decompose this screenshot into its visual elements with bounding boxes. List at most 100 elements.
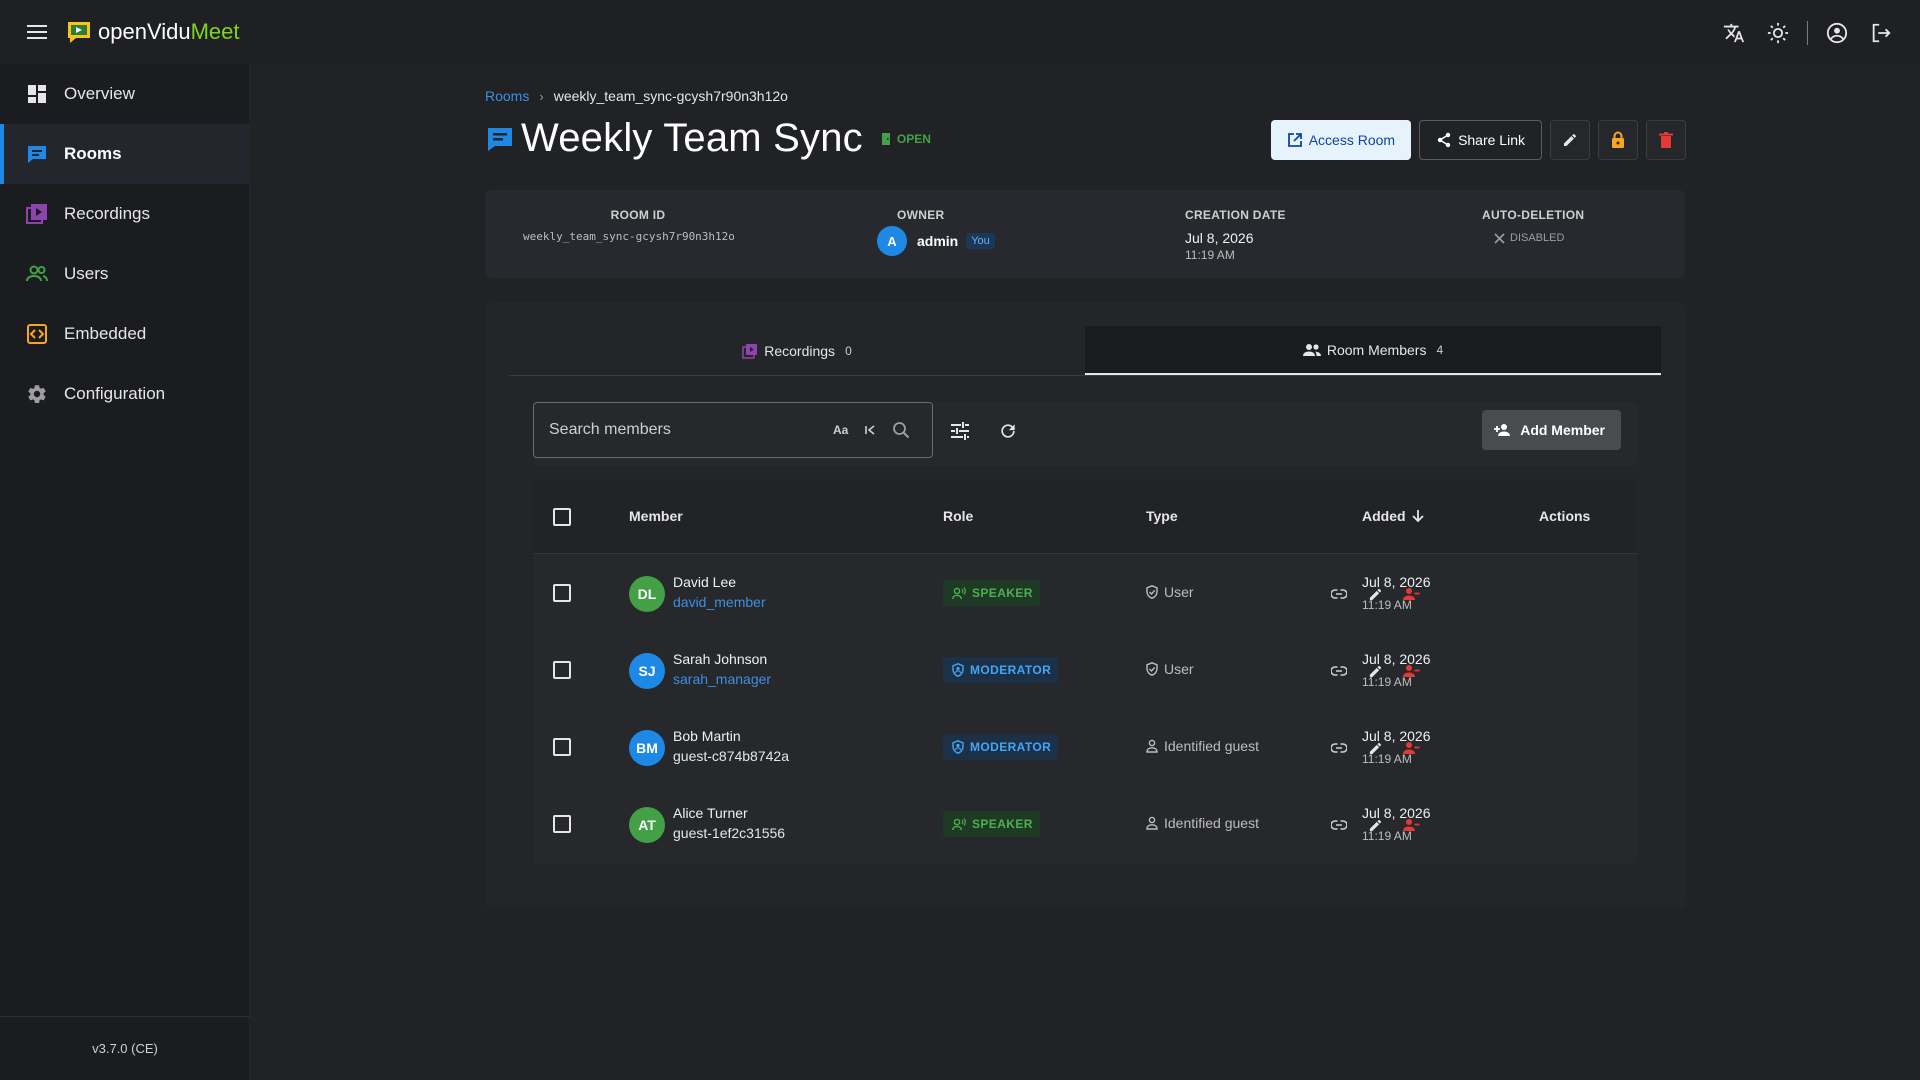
row-checkbox[interactable]	[553, 738, 571, 756]
search-input[interactable]	[549, 421, 819, 439]
access-room-label: Access Room	[1308, 132, 1396, 148]
member-type: Identified guest	[1146, 815, 1259, 831]
room-details-panel: Recordings 0 Room Members 4 Aa	[485, 302, 1685, 908]
column-header-added[interactable]: Added	[1362, 508, 1424, 524]
tab-bar: Recordings 0 Room Members 4	[509, 326, 1661, 376]
edit-icon[interactable]	[1363, 582, 1387, 606]
tab-recordings[interactable]: Recordings 0	[509, 326, 1085, 375]
chevron-right-icon: ›	[539, 88, 544, 104]
share-icon	[1437, 132, 1451, 148]
shield-person-icon	[952, 740, 964, 754]
room-header: Weekly Team Sync OPEN	[485, 116, 931, 161]
brightness-icon[interactable]	[1763, 18, 1793, 48]
status-text: OPEN	[896, 131, 931, 146]
column-header-type[interactable]: Type	[1146, 508, 1178, 524]
search-icon[interactable]	[892, 421, 910, 439]
table-row[interactable]: BM Bob Martin guest-c874b8742a MODERATOR Ide…	[533, 708, 1637, 785]
members-toolbar: Aa Add Member	[533, 402, 1637, 466]
column-header-actions: Actions	[1539, 508, 1590, 524]
sidebar-item-configuration[interactable]: Configuration	[0, 364, 249, 424]
translate-icon[interactable]	[1719, 18, 1749, 48]
first-page-icon[interactable]	[864, 424, 876, 436]
row-checkbox[interactable]	[553, 815, 571, 833]
copy-link-icon[interactable]	[1327, 659, 1351, 683]
member-username: guest-1ef2c31556	[673, 825, 786, 841]
room-info-card: ROOM ID weekly_team_sync-gcysh7r90n3h12o…	[485, 190, 1685, 278]
sidebar-item-embedded[interactable]: Embedded	[0, 304, 249, 364]
table-row[interactable]: AT Alice Turner guest-1ef2c31556 SPEAKER Ide…	[533, 785, 1637, 862]
page-title: Weekly Team Sync	[521, 116, 863, 160]
filter-settings-icon[interactable]	[947, 418, 973, 444]
remove-member-icon[interactable]	[1399, 582, 1423, 606]
role-badge: MODERATOR	[943, 657, 1059, 683]
sidebar-item-rooms[interactable]: Rooms	[0, 124, 249, 184]
door-open-icon	[881, 132, 890, 145]
column-header-member[interactable]: Member	[629, 508, 683, 524]
member-username: sarah_manager	[673, 671, 772, 687]
tab-label: Recordings	[764, 342, 836, 359]
edit-room-button[interactable]	[1550, 120, 1590, 160]
tab-count: 0	[845, 343, 852, 358]
person-outline-icon	[1146, 739, 1158, 753]
app-version: v3.7.0 (CE)	[0, 1016, 250, 1080]
logout-icon[interactable]	[1866, 18, 1896, 48]
column-header-role[interactable]: Role	[943, 508, 973, 524]
main-content: Rooms › weekly_team_sync-gcysh7r90n3h12o…	[250, 64, 1920, 1080]
type-label: Identified guest	[1164, 738, 1259, 754]
remove-member-icon[interactable]	[1399, 659, 1423, 683]
record-voice-icon	[952, 817, 966, 830]
delete-room-button[interactable]	[1646, 120, 1686, 160]
members-table: Member Role Type Added Actions DL David L…	[533, 480, 1637, 864]
tab-room-members[interactable]: Room Members 4	[1085, 326, 1661, 375]
table-header: Member Role Type Added Actions	[533, 480, 1637, 554]
member-name: Sarah Johnson	[673, 651, 768, 667]
settings-icon	[26, 383, 48, 405]
breadcrumb-rooms-link[interactable]: Rooms	[485, 88, 529, 104]
account-circle-icon[interactable]	[1822, 18, 1852, 48]
table-body: DL David Lee david_member SPEAKER User Jul 8,…	[533, 554, 1637, 862]
edit-icon[interactable]	[1363, 659, 1387, 683]
creation-date: Jul 8, 2026	[1185, 230, 1254, 246]
role-label: MODERATOR	[970, 663, 1052, 677]
owner-section: OWNER A admin You	[877, 208, 995, 256]
copy-link-icon[interactable]	[1327, 736, 1351, 760]
access-room-button[interactable]: Access Room	[1270, 120, 1412, 160]
add-member-button[interactable]: Add Member	[1482, 410, 1621, 450]
role-badge: SPEAKER	[943, 811, 1040, 837]
room-id-label: ROOM ID	[610, 208, 666, 222]
app-logo[interactable]: openVidu Meet	[66, 19, 240, 45]
edit-icon[interactable]	[1363, 736, 1387, 760]
people-icon	[26, 263, 48, 285]
room-id-section: ROOM ID weekly_team_sync-gcysh7r90n3h12o	[523, 208, 753, 243]
menu-icon[interactable]	[22, 17, 52, 47]
logo-text-openvidu: openVidu	[98, 19, 191, 44]
auto-deletion-value: DISABLED	[1510, 232, 1565, 244]
breadcrumb-current: weekly_team_sync-gcysh7r90n3h12o	[553, 88, 788, 104]
creation-date-section: CREATION DATE Jul 8, 2026 11:19 AM	[1185, 208, 1286, 262]
remove-member-icon[interactable]	[1399, 736, 1423, 760]
edit-icon[interactable]	[1363, 813, 1387, 837]
match-case-toggle[interactable]: Aa	[833, 423, 848, 437]
share-link-button[interactable]: Share Link	[1419, 120, 1542, 160]
row-checkbox[interactable]	[553, 584, 571, 602]
refresh-icon[interactable]	[995, 418, 1021, 444]
table-row[interactable]: DL David Lee david_member SPEAKER User Jul 8,…	[533, 554, 1637, 631]
lock-room-button[interactable]	[1598, 120, 1638, 160]
role-badge: SPEAKER	[943, 580, 1040, 606]
table-row[interactable]: SJ Sarah Johnson sarah_manager MODERATOR Use…	[533, 631, 1637, 708]
breadcrumb: Rooms › weekly_team_sync-gcysh7r90n3h12o	[485, 88, 788, 104]
member-type: User	[1146, 661, 1194, 677]
select-all-checkbox[interactable]	[553, 508, 571, 526]
copy-link-icon[interactable]	[1327, 813, 1351, 837]
sidebar-item-label: Overview	[64, 84, 135, 103]
sidebar-item-recordings[interactable]: Recordings	[0, 184, 249, 244]
creation-date-label: CREATION DATE	[1185, 208, 1286, 222]
code-icon	[26, 323, 48, 345]
remove-member-icon[interactable]	[1399, 813, 1423, 837]
sidebar-item-users[interactable]: Users	[0, 244, 249, 304]
row-checkbox[interactable]	[553, 661, 571, 679]
sidebar-item-overview[interactable]: Overview	[0, 64, 249, 124]
copy-link-icon[interactable]	[1327, 582, 1351, 606]
dashboard-icon	[26, 83, 48, 105]
shield-check-icon	[1146, 585, 1158, 599]
